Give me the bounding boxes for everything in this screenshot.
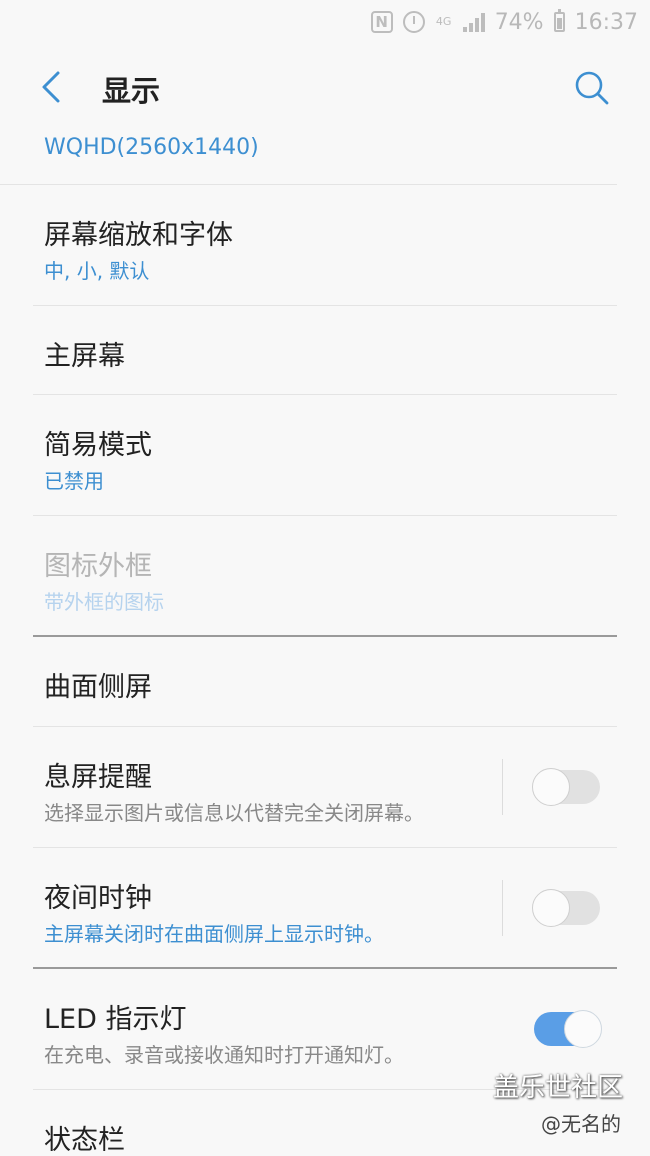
alarm-icon	[402, 11, 425, 33]
item-subtitle: 带外框的图标	[44, 590, 164, 614]
item-title: 图标外框	[44, 551, 152, 582]
always-on-display-item[interactable]: 息屏提醒 选择显示图片或信息以代替完全关闭屏幕。	[33, 727, 617, 848]
signal-icon	[462, 12, 485, 32]
edge-screen-item[interactable]: 曲面侧屏	[33, 637, 617, 727]
screen-resolution-value: WQHD(2560x1440)	[44, 135, 259, 160]
watermark-logo: 盖乐世社区	[493, 1073, 624, 1103]
night-clock-item[interactable]: 夜间时钟 主屏幕关闭时在曲面侧屏上显示时钟。	[33, 848, 617, 969]
switch-knob	[532, 768, 570, 806]
always-on-display-switch[interactable]	[532, 768, 600, 806]
easy-mode-item[interactable]: 简易模式 已禁用	[33, 395, 617, 516]
item-title: 状态栏	[44, 1125, 125, 1156]
settings-list: WQHD(2560x1440) 屏幕缩放和字体 中, 小, 默认 主屏幕 简易模…	[0, 130, 650, 1156]
vertical-divider	[502, 759, 503, 815]
item-title: 主屏幕	[44, 341, 125, 372]
item-title: LED 指示灯	[44, 1004, 187, 1035]
app-bar: 显示	[0, 44, 650, 130]
item-subtitle: 在充电、录音或接收通知时打开通知灯。	[44, 1043, 404, 1067]
item-title: 夜间时钟	[44, 883, 152, 914]
vertical-divider	[502, 880, 503, 936]
item-subtitle: 已禁用	[44, 469, 104, 493]
switch-knob	[564, 1010, 602, 1048]
item-subtitle: 中, 小, 默认	[44, 259, 150, 283]
display-settings-screen: N 4G 74% 16:37 显示 WQHD(2560x1440) 屏幕缩放和字…	[0, 0, 650, 1156]
item-subtitle: 选择显示图片或信息以代替完全关闭屏幕。	[44, 801, 424, 825]
item-title: 息屏提醒	[44, 762, 152, 793]
search-button[interactable]	[572, 68, 612, 108]
led-indicator-switch[interactable]	[534, 1010, 602, 1048]
icon-frames-item[interactable]: 图标外框 带外框的图标	[33, 516, 617, 637]
clock: 16:37	[574, 9, 638, 35]
back-arrow-icon	[42, 71, 60, 103]
item-title: 屏幕缩放和字体	[44, 220, 233, 251]
item-subtitle: 主屏幕关闭时在曲面侧屏上显示时钟。	[44, 922, 384, 946]
search-icon	[575, 71, 609, 105]
nfc-icon: N	[370, 11, 393, 33]
item-title: 简易模式	[44, 430, 152, 461]
night-clock-switch[interactable]	[532, 889, 600, 927]
battery-percent: 74%	[494, 9, 544, 35]
network-type-icon: 4G	[435, 15, 452, 28]
back-button[interactable]	[34, 70, 68, 104]
screen-resolution-row[interactable]: WQHD(2560x1440)	[0, 130, 617, 185]
home-screen-item[interactable]: 主屏幕	[33, 306, 617, 395]
status-bar: N 4G 74% 16:37	[0, 0, 650, 44]
watermark-author: @无名的	[541, 1112, 621, 1136]
screen-zoom-and-font-item[interactable]: 屏幕缩放和字体 中, 小, 默认	[33, 185, 617, 306]
battery-icon	[553, 9, 565, 32]
page-title: 显示	[102, 74, 161, 108]
switch-knob	[532, 889, 570, 927]
item-title: 曲面侧屏	[44, 672, 152, 703]
